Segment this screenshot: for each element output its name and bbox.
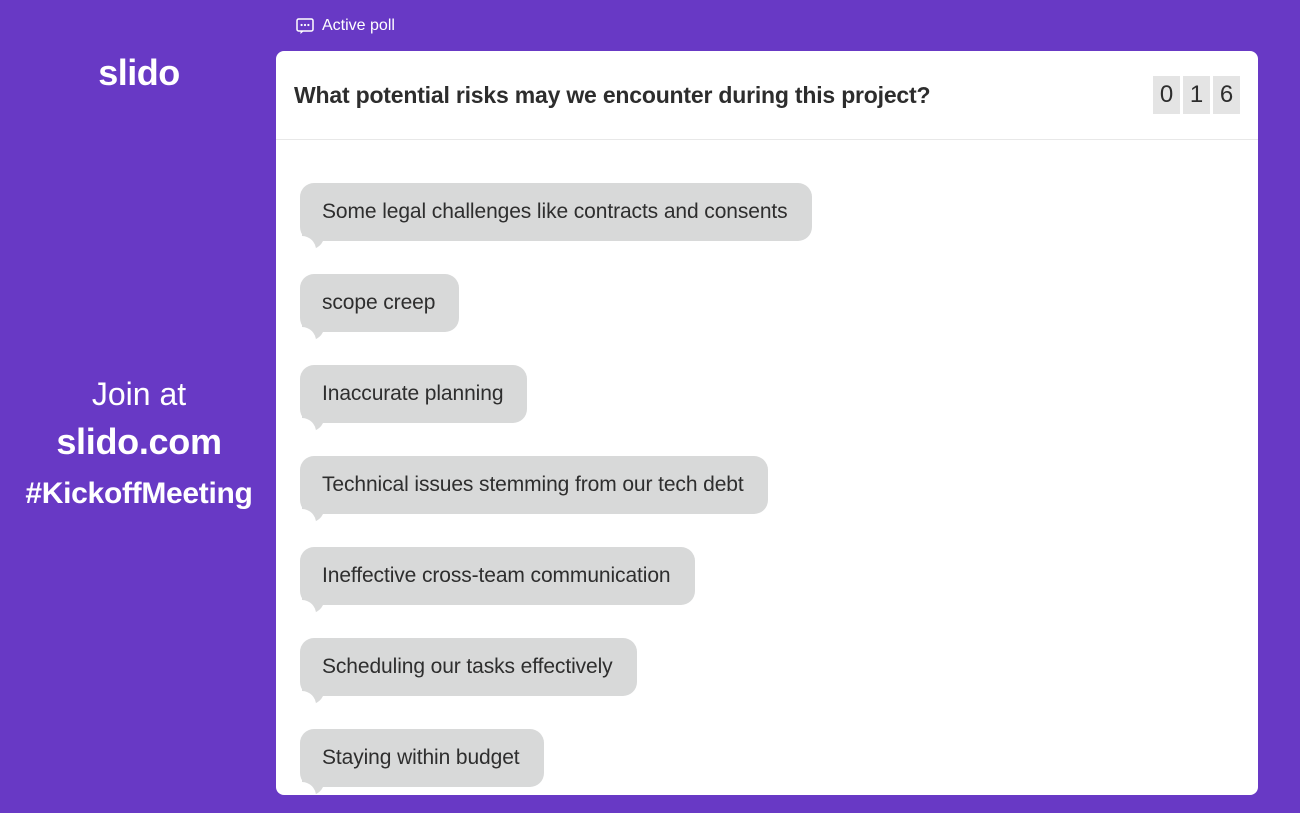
list-item: Staying within budget [300, 729, 1258, 795]
join-instructions: Join at slido.com #KickoffMeeting [0, 372, 278, 514]
join-at-label: Join at [91, 376, 187, 412]
join-domain-label: slido.com [56, 421, 222, 462]
response-counter: 0 1 6 [1153, 76, 1240, 114]
list-item: Some legal challenges like contracts and… [300, 183, 1258, 250]
counter-digit-hundreds: 0 [1153, 76, 1180, 114]
counter-digit-tens: 1 [1183, 76, 1210, 114]
answer-text: Inaccurate planning [322, 382, 504, 405]
list-item: scope creep [300, 274, 1258, 341]
answer-text: Some legal challenges like contracts and… [322, 200, 788, 223]
answer-bubble: Ineffective cross-team communication [300, 547, 695, 614]
poll-answers-list: Some legal challenges like contracts and… [276, 140, 1258, 795]
counter-digit-ones: 6 [1213, 76, 1240, 114]
answer-text: scope creep [322, 291, 436, 314]
poll-question: What potential risks may we encounter du… [294, 82, 931, 108]
sidebar: slido Join at slido.com #KickoffMeeting [0, 0, 278, 813]
list-item: Ineffective cross-team communication [300, 547, 1258, 614]
answer-bubble: Scheduling our tasks effectively [300, 638, 637, 705]
answer-bubble: Staying within budget [300, 729, 544, 795]
event-hashtag-label: #KickoffMeeting [25, 477, 253, 510]
answer-bubble: Inaccurate planning [300, 365, 528, 432]
answer-text: Staying within budget [322, 746, 520, 769]
list-item: Technical issues stemming from our tech … [300, 456, 1258, 523]
poll-card-header: What potential risks may we encounter du… [276, 51, 1258, 140]
slido-logo: slido [98, 52, 180, 93]
list-item: Scheduling our tasks effectively [300, 638, 1258, 705]
answer-bubble: Technical issues stemming from our tech … [300, 456, 768, 523]
answer-bubble: Some legal challenges like contracts and… [300, 183, 812, 250]
answer-text: Scheduling our tasks effectively [322, 655, 613, 678]
answer-text: Technical issues stemming from our tech … [322, 473, 744, 496]
answer-text: Ineffective cross-team communication [322, 564, 671, 587]
answer-bubble: scope creep [300, 274, 460, 341]
active-poll-status: Active poll [296, 16, 395, 36]
active-poll-label: Active poll [322, 17, 395, 34]
poll-card: What potential risks may we encounter du… [276, 51, 1258, 795]
poll-speech-bubble-icon [296, 17, 314, 35]
list-item: Inaccurate planning [300, 365, 1258, 432]
